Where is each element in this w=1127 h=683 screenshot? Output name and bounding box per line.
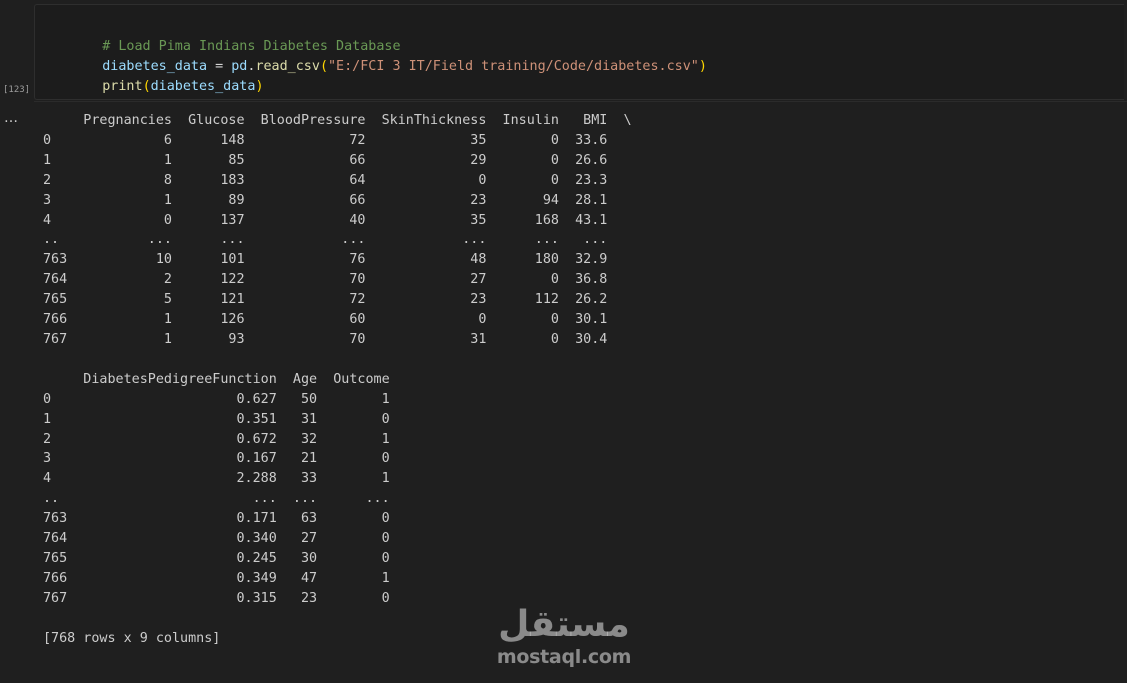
code-function: print [102, 79, 143, 94]
code-cell-editor[interactable]: # Load Pima Indians Diabetes Database di… [34, 4, 1124, 100]
execution-count: [123] [3, 85, 31, 95]
cell-output-text: Pregnancies Glucose BloodPressure SkinTh… [43, 113, 632, 646]
code-paren-open: ( [319, 59, 328, 74]
code-string: "E:/FCI 3 IT/Field training/Code/diabete… [328, 59, 699, 74]
watermark-arabic: مستقل [498, 604, 630, 645]
watermark-latin: mostaql.com [496, 646, 632, 668]
code-paren-open: ( [142, 79, 151, 94]
cell-divider [34, 101, 1127, 102]
code-argument: diabetes_data [150, 79, 256, 94]
code-line-print[interactable]: print(diabetes_data) [70, 57, 264, 117]
code-function: read_csv [255, 59, 320, 74]
code-paren-close: ) [255, 79, 264, 94]
code-paren-close: ) [698, 59, 707, 74]
ellipsis-icon[interactable]: … [4, 110, 19, 126]
watermark-logo: مستقل mostaql.com [494, 604, 634, 668]
